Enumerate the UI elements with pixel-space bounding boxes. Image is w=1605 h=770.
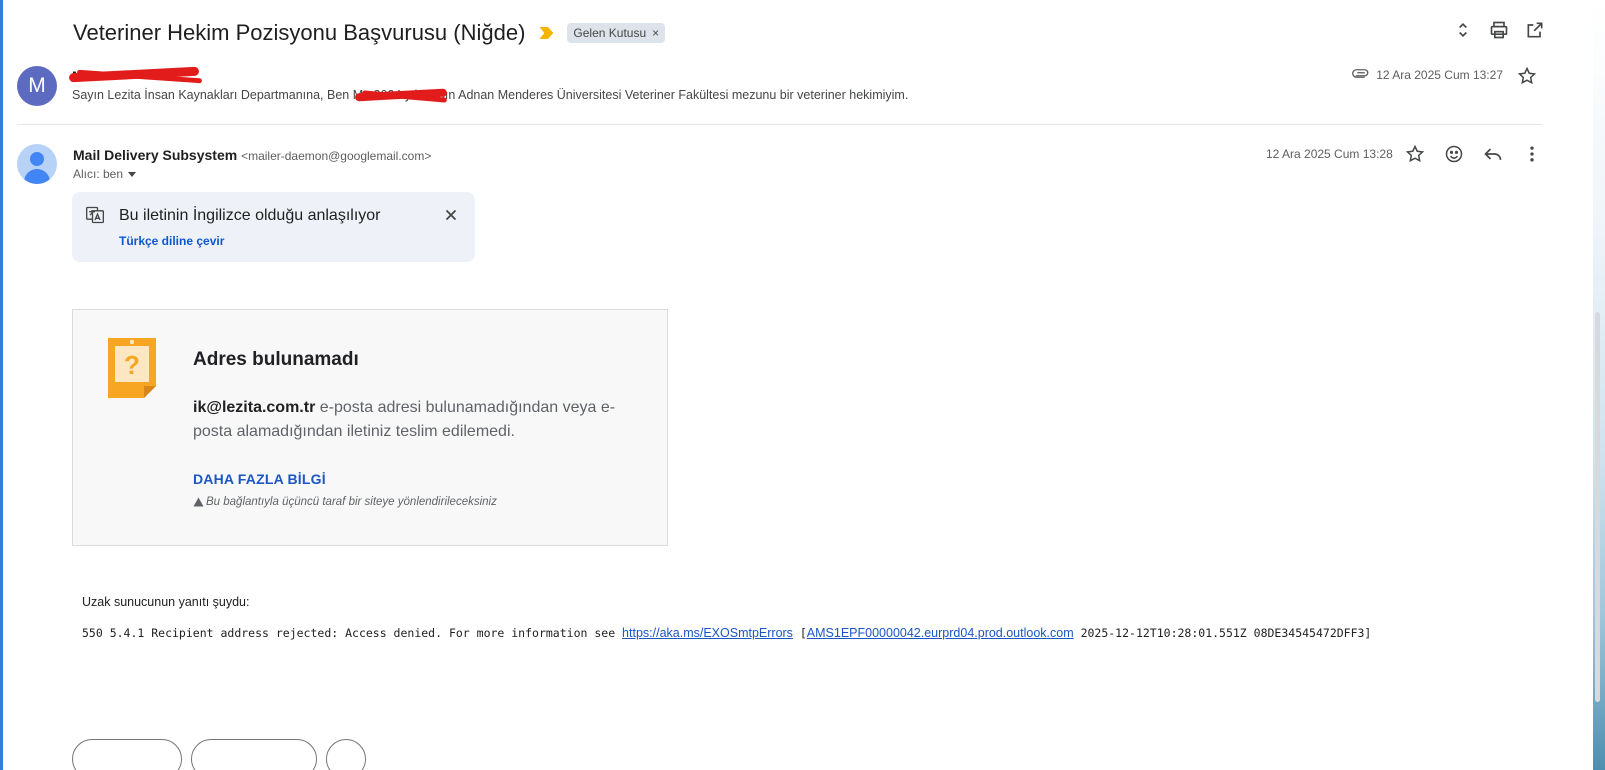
message-divider <box>17 124 1542 125</box>
close-icon[interactable] <box>442 206 460 224</box>
reply-icon[interactable] <box>1483 144 1503 164</box>
more-vert-icon[interactable] <box>1522 144 1542 164</box>
forward-button[interactable] <box>191 739 317 770</box>
avatar-body <box>24 169 50 184</box>
recipient-label: Alıcı: ben <box>73 167 124 181</box>
print-icon[interactable] <box>1489 20 1509 40</box>
emoji-icon[interactable] <box>1444 144 1464 164</box>
translate-message: Bu iletinin İngilizce olduğu anlaşılıyor <box>119 207 381 224</box>
importance-marker-icon[interactable] <box>539 27 554 39</box>
message-date-text: 12 Ara 2025 Cum 13:27 <box>1376 68 1503 82</box>
avatar <box>17 144 57 184</box>
avatar: M <box>17 66 57 106</box>
smtp-errors-link[interactable]: https://aka.ms/EXOSmtpErrors <box>622 626 793 640</box>
reply-actions <box>72 739 366 770</box>
server-host-link[interactable]: AMS1EPF00000042.eurprd04.prod.outlook.co… <box>807 626 1074 640</box>
warning-text: Bu bağlantıyla üçüncü taraf bir siteye y… <box>206 496 497 508</box>
avatar-head <box>30 152 44 166</box>
bracket-open: [ <box>792 626 807 640</box>
remove-label-icon[interactable]: × <box>652 26 659 40</box>
expand-icon[interactable] <box>1453 20 1473 40</box>
subject-row: Veteriner Hekim Pozisyonu Başvurusu (Niğ… <box>73 18 666 48</box>
sender-line: Mail Delivery Subsystem <mailer-daemon@g… <box>73 147 431 163</box>
third-party-warning: Bu bağlantıyla üçüncü taraf bir siteye y… <box>193 496 497 508</box>
message-actions <box>1405 144 1542 164</box>
window-edge <box>0 0 3 770</box>
label-chip-inbox[interactable]: Gelen Kutusu × <box>567 23 666 43</box>
scrollbar-thumb[interactable] <box>1595 312 1600 702</box>
svg-text:?: ? <box>124 350 140 380</box>
reply-button[interactable] <box>72 739 182 770</box>
message-date: 12 Ara 2025 Cum 13:27 <box>1352 68 1503 82</box>
remote-response-text: 550 5.4.1 Recipient address rejected: Ac… <box>82 626 1371 640</box>
message-date: 12 Ara 2025 Cum 13:28 <box>1266 147 1393 161</box>
bounce-message: ik@lezita.com.tr e-posta adresi bulunama… <box>193 396 653 444</box>
bounced-address: ik@lezita.com.tr <box>193 399 316 416</box>
response-suffix: 2025-12-12T10:28:01.551Z 08DE34545472DFF… <box>1073 626 1372 640</box>
scrollbar-track[interactable] <box>1593 0 1605 770</box>
message-snippet: Sayın Lezita İnsan Kaynakları Departmanı… <box>72 88 909 102</box>
emoji-react-button[interactable] <box>326 739 366 770</box>
star-icon[interactable] <box>1405 144 1425 164</box>
sticky-note-question-icon: ? <box>108 338 156 398</box>
attachment-icon <box>1352 69 1369 78</box>
email-subject: Veteriner Hekim Pozisyonu Başvurusu (Niğ… <box>73 20 526 45</box>
remote-response-label: Uzak sunucunun yanıtı şuydu: <box>82 595 250 609</box>
thread-toolbar <box>1453 20 1545 40</box>
bounce-title: Adres bulunamadı <box>193 349 359 370</box>
sender-name[interactable]: Mail Delivery Subsystem <box>73 147 237 163</box>
bounce-card: ? Adres bulunamadı ik@lezita.com.tr e-po… <box>72 309 668 546</box>
more-info-link[interactable]: DAHA FAZLA BİLGİ <box>193 471 326 487</box>
translate-banner: Bu iletinin İngilizce olduğu anlaşılıyor… <box>72 192 475 262</box>
chevron-down-icon <box>128 171 137 177</box>
response-prefix: 550 5.4.1 Recipient address rejected: Ac… <box>82 626 623 640</box>
translate-icon <box>86 206 104 224</box>
message-collapsed[interactable]: M M Sayın Lezita İnsan Kaynakları Depart… <box>17 64 1557 124</box>
translate-link[interactable]: Türkçe diline çevir <box>119 234 224 248</box>
sender-email: <mailer-daemon@googlemail.com> <box>241 149 432 163</box>
warning-icon <box>193 497 204 507</box>
star-icon[interactable] <box>1517 66 1537 86</box>
recipient-details-toggle[interactable]: Alıcı: ben <box>73 167 137 181</box>
open-new-window-icon[interactable] <box>1525 20 1545 40</box>
label-chip-text: Gelen Kutusu <box>573 26 647 40</box>
